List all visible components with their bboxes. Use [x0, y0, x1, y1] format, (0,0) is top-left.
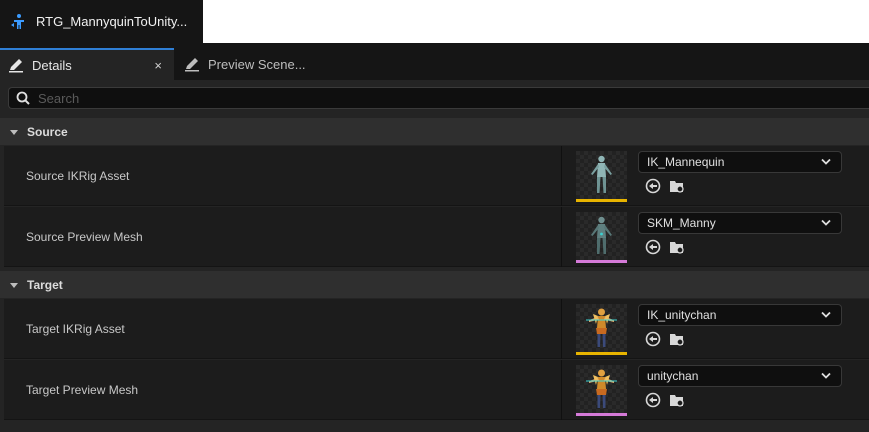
mannequin-figure-icon — [591, 155, 612, 193]
asset-tab-title: RTG_MannyquinToUnity... — [36, 14, 188, 29]
tab-details[interactable]: Details × — [0, 48, 174, 80]
property-label: Target Preview Mesh — [26, 383, 139, 397]
details-content: Source Source IKRig Asset IK_Mannequin — [0, 80, 869, 432]
mannequin-figure-icon — [591, 216, 612, 254]
asset-picker-value: SKM_Manny — [647, 216, 716, 230]
asset-picker-value: unitychan — [647, 369, 699, 383]
property-row-source-preview-mesh: Source Preview Mesh SKM_Manny — [4, 207, 869, 267]
section-header-target[interactable]: Target — [0, 271, 869, 298]
browse-folder-icon[interactable] — [668, 177, 686, 195]
asset-picker-combo[interactable]: IK_Mannequin — [638, 151, 842, 173]
use-selected-arrow-icon[interactable] — [644, 177, 662, 195]
retargeter-asset-icon — [10, 13, 28, 31]
chevron-down-icon — [821, 158, 831, 166]
close-tab-button[interactable]: × — [154, 58, 162, 73]
asset-type-bar — [576, 352, 627, 355]
use-selected-arrow-icon[interactable] — [644, 391, 662, 409]
unitychan-figure-icon — [586, 308, 617, 347]
asset-thumbnail[interactable] — [576, 365, 627, 416]
chevron-down-icon — [821, 372, 831, 380]
property-row-source-ikrig: Source IKRig Asset IK_Mannequin — [4, 146, 869, 206]
asset-picker-value: IK_Mannequin — [647, 155, 725, 169]
chevron-down-icon — [821, 311, 831, 319]
asset-actions — [644, 391, 686, 409]
tab-preview-scene[interactable]: Preview Scene... — [180, 48, 340, 80]
search-input[interactable] — [38, 90, 638, 106]
asset-type-bar — [576, 260, 627, 263]
caret-down-icon — [9, 280, 19, 290]
unitychan-figure-icon — [586, 369, 617, 408]
use-selected-arrow-icon[interactable] — [644, 238, 662, 256]
section-title: Source — [27, 124, 68, 139]
asset-type-bar — [576, 413, 627, 416]
section-header-source[interactable]: Source — [0, 118, 869, 145]
column-splitter[interactable] — [561, 146, 562, 206]
panel-tab-bar: Details × Preview Scene... — [0, 43, 869, 80]
asset-type-bar — [576, 199, 627, 202]
property-label: Source IKRig Asset — [26, 169, 130, 183]
asset-actions — [644, 177, 686, 195]
column-splitter[interactable] — [561, 207, 562, 267]
pencil-icon — [184, 56, 200, 72]
asset-thumbnail[interactable] — [576, 304, 627, 355]
browse-folder-icon[interactable] — [668, 330, 686, 348]
column-splitter[interactable] — [561, 299, 562, 359]
use-selected-arrow-icon[interactable] — [644, 330, 662, 348]
asset-actions — [644, 238, 686, 256]
search-box[interactable] — [8, 87, 869, 109]
section-title: Target — [27, 277, 63, 292]
tab-preview-scene-label: Preview Scene... — [208, 56, 306, 72]
browse-folder-icon[interactable] — [668, 238, 686, 256]
asset-thumbnail[interactable] — [576, 212, 627, 263]
asset-picker-combo[interactable]: unitychan — [638, 365, 842, 387]
browse-folder-icon[interactable] — [668, 391, 686, 409]
pencil-icon — [8, 57, 24, 73]
caret-down-icon — [9, 127, 19, 137]
property-label: Source Preview Mesh — [26, 230, 143, 244]
column-splitter[interactable] — [561, 360, 562, 420]
property-row-target-preview-mesh: Target Preview Mesh unitychan — [4, 360, 869, 420]
asset-picker-combo[interactable]: IK_unitychan — [638, 304, 842, 326]
details-panel: Details × Preview Scene... Search Source… — [0, 43, 869, 432]
search-icon — [16, 91, 30, 105]
asset-actions — [644, 330, 686, 348]
asset-editor-tab[interactable]: RTG_MannyquinToUnity... — [0, 0, 203, 43]
asset-picker-value: IK_unitychan — [647, 308, 717, 322]
tab-details-label: Details — [32, 57, 72, 73]
chevron-down-icon — [821, 219, 831, 227]
asset-picker-combo[interactable]: SKM_Manny — [638, 212, 842, 234]
asset-thumbnail[interactable] — [576, 151, 627, 202]
property-row-target-ikrig: Target IKRig Asset IK_unitychan — [4, 299, 869, 359]
property-label: Target IKRig Asset — [26, 322, 125, 336]
